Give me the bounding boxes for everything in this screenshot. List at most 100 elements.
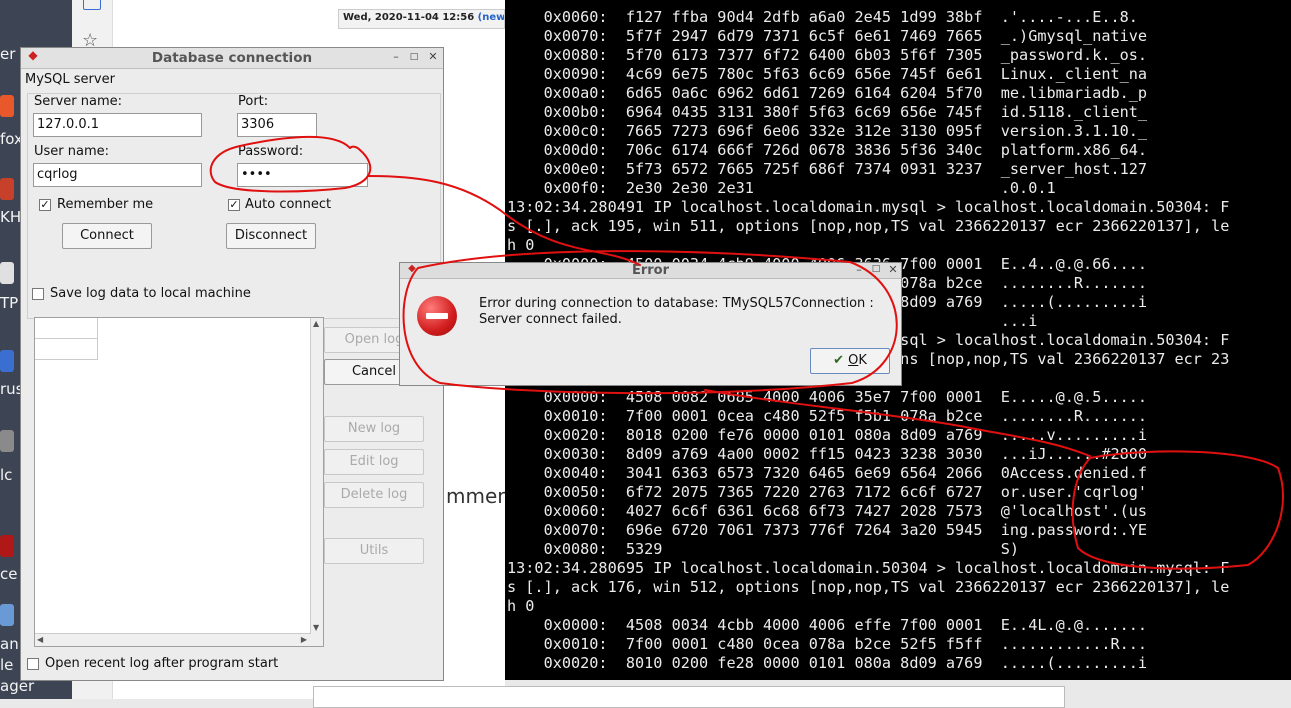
dialog-titlebar[interactable]: Database connection ◆ – □ ✕ <box>21 48 443 69</box>
terminal-line: 0x0060: 4027 6c6f 6361 6c68 6f73 7427 20… <box>507 502 1148 520</box>
terminal-line: 0x0000: 4508 0034 4cbb 4000 4006 effe 7f… <box>507 616 1148 634</box>
terminal-line: 0x0070: 5f7f 2947 6d79 7371 6c5f 6e61 74… <box>507 27 1148 45</box>
terminal-line: 0x00c0: 7665 7273 696f 6e06 332e 312e 31… <box>507 122 1148 140</box>
scroll-up-icon[interactable]: ▲ <box>313 319 319 328</box>
save-log-checkbox[interactable] <box>32 288 44 300</box>
terminal-line: 0x0000: 4508 0082 0685 4000 4006 35e7 7f… <box>507 388 1148 406</box>
new-badge[interactable]: (new) <box>478 12 504 23</box>
minimize-icon[interactable]: – <box>389 50 403 63</box>
error-titlebar[interactable]: Error ◆ – □ ✕ <box>400 263 901 279</box>
password-input[interactable]: •••• <box>237 163 368 187</box>
desktop-label-fragment: le <box>0 656 14 674</box>
post-date-text: Wed, 2020-11-04 12:56 <box>343 12 475 23</box>
scroll-right-icon[interactable]: ▶ <box>301 635 307 644</box>
app-icon[interactable] <box>0 350 14 372</box>
scroll-left-icon[interactable]: ◀ <box>37 635 43 644</box>
bookmark-icon[interactable] <box>83 0 101 10</box>
terminal-line: 0x0040: 3041 6363 6573 7320 6465 6e69 65… <box>507 464 1148 482</box>
error-icon <box>417 296 457 336</box>
save-log-label: Save log data to local machine <box>50 286 251 301</box>
list-header-cell <box>35 318 98 339</box>
error-title: Error <box>631 263 670 278</box>
error-message-line: Error during connection to database: TMy… <box>479 296 874 311</box>
terminal-line: 0x00b0: 6964 0435 3131 380f 5f63 6c69 65… <box>507 103 1148 121</box>
error-message: Error during connection to database: TMy… <box>479 296 889 328</box>
maximize-icon[interactable]: □ <box>869 264 883 274</box>
terminal-line: h 0 <box>507 597 535 615</box>
window-menu-icon[interactable]: ◆ <box>405 263 419 274</box>
app-icon[interactable] <box>0 178 14 200</box>
utils-button[interactable]: Utils <box>324 538 424 564</box>
group-label: MySQL server <box>25 72 115 87</box>
auto-connect-label: Auto connect <box>245 197 332 212</box>
terminal-line: 0x00f0: 2e30 2e30 2e31 .0.0.1 <box>507 179 1056 197</box>
terminal-line: 0x0080: 5f70 6173 7377 6f72 6400 6b03 5f… <box>507 46 1148 64</box>
calculator-icon[interactable] <box>0 430 14 452</box>
connect-button[interactable]: Connect <box>62 223 152 249</box>
terminal-line: s [.], ack 195, win 511, options [nop,no… <box>507 217 1230 235</box>
close-icon[interactable]: ✕ <box>426 50 440 63</box>
port-input[interactable]: 3306 <box>237 113 317 137</box>
terminal-line: 13:02:34.280491 IP localhost.localdomain… <box>507 198 1230 216</box>
disconnect-button[interactable]: Disconnect <box>226 223 316 249</box>
firefox-icon[interactable] <box>0 95 14 117</box>
ok-button[interactable]: ✔ OK <box>810 348 890 374</box>
dialog-title: Database connection <box>151 50 313 66</box>
error-dialog: Error ◆ – □ ✕ Error during connection to… <box>399 262 902 386</box>
terminal-line: 13:02:34.280695 IP localhost.localdomain… <box>507 559 1230 577</box>
horizontal-scrollbar[interactable]: ◀ ▶ <box>35 633 311 646</box>
open-recent-checkbox[interactable] <box>27 658 39 670</box>
terminal-line: 0x0050: 6f72 2075 7365 7220 2763 7172 6c… <box>507 483 1148 501</box>
new-log-button[interactable]: New log <box>324 416 424 442</box>
ok-label-rest: K <box>858 353 867 368</box>
file-icon[interactable] <box>0 262 14 284</box>
comment-textarea[interactable] <box>313 686 1065 708</box>
terminal-line: 0x00a0: 6d65 0a6c 6962 6d61 7269 6164 62… <box>507 84 1148 102</box>
terminal-line: 0x0030: 8d09 a769 4a00 0002 ff15 0423 32… <box>507 445 1148 463</box>
terminal-line: s [.], ack 176, win 512, options [nop,no… <box>507 578 1230 596</box>
terminal-line: 0x0020: 8010 0200 fe28 0000 0101 080a 8d… <box>507 654 1148 672</box>
user-name-label: User name: <box>34 144 110 159</box>
remember-me-checkbox[interactable]: ✓ <box>39 199 51 211</box>
auto-connect-checkbox[interactable]: ✓ <box>228 199 240 211</box>
open-recent-label: Open recent log after program start <box>45 656 279 671</box>
close-icon[interactable]: ✕ <box>886 263 900 276</box>
terminal-line: h 0 <box>507 236 535 254</box>
post-date: Wed, 2020-11-04 12:56 (new) <box>338 9 505 29</box>
log-list[interactable]: ▲ ▼ ◀ ▶ <box>34 317 324 647</box>
app-icon[interactable] <box>0 535 14 557</box>
server-name-input[interactable]: 127.0.0.1 <box>33 113 202 137</box>
terminal-line: 0x0020: 8018 0200 fe76 0000 0101 080a 8d… <box>507 426 1148 444</box>
terminal-line: 0x0090: 4c69 6e75 780c 5f63 6c69 656e 74… <box>507 65 1148 83</box>
window-menu-icon[interactable]: ◆ <box>26 48 40 62</box>
desktop-label-fragment: ce <box>0 565 18 583</box>
desktop-label-fragment: KH <box>0 208 22 226</box>
port-label: Port: <box>238 94 269 109</box>
checkmark-icon: ✔ <box>833 353 844 368</box>
list-cell <box>35 339 98 360</box>
terminal-line: 0x0010: 7f00 0001 c480 0cea 078a b2ce 52… <box>507 635 1148 653</box>
terminal-line: 0x00e0: 5f73 6572 7665 725f 686f 7374 09… <box>507 160 1148 178</box>
server-name-label: Server name: <box>34 94 123 109</box>
desktop-label-fragment: lc <box>0 466 13 484</box>
maximize-icon[interactable]: □ <box>407 52 421 62</box>
database-connection-dialog: Database connection ◆ – □ ✕ MySQL server… <box>20 47 444 681</box>
terminal-line: 0x0080: 5329 S) <box>507 540 1020 558</box>
terminal-line: 0x0010: 7f00 0001 0cea c480 52f5 f5b1 07… <box>507 407 1148 425</box>
computer-icon[interactable] <box>0 604 14 626</box>
edit-log-button[interactable]: Edit log <box>324 449 424 475</box>
ok-mnemonic: O <box>848 353 859 368</box>
terminal-line: 0x0060: f127 ffba 90d4 2dfb a6a0 2e45 1d… <box>507 8 1138 26</box>
scroll-down-icon[interactable]: ▼ <box>313 623 319 632</box>
password-label: Password: <box>238 144 304 159</box>
terminal-line: 0x00d0: 706c 6174 666f 726d 0678 3836 5f… <box>507 141 1148 159</box>
minimize-icon[interactable]: – <box>852 263 866 276</box>
error-message-line: Server connect failed. <box>479 312 622 327</box>
desktop-label-fragment: TP <box>0 294 19 312</box>
remember-me-label: Remember me <box>57 197 154 212</box>
desktop-label-fragment: er <box>0 45 16 63</box>
terminal-line: 0x0070: 696e 6720 7061 7373 776f 7264 3a… <box>507 521 1148 539</box>
delete-log-button[interactable]: Delete log <box>324 482 424 508</box>
user-name-input[interactable]: cqrlog <box>33 163 202 187</box>
vertical-scrollbar[interactable]: ▲ ▼ <box>310 318 323 646</box>
